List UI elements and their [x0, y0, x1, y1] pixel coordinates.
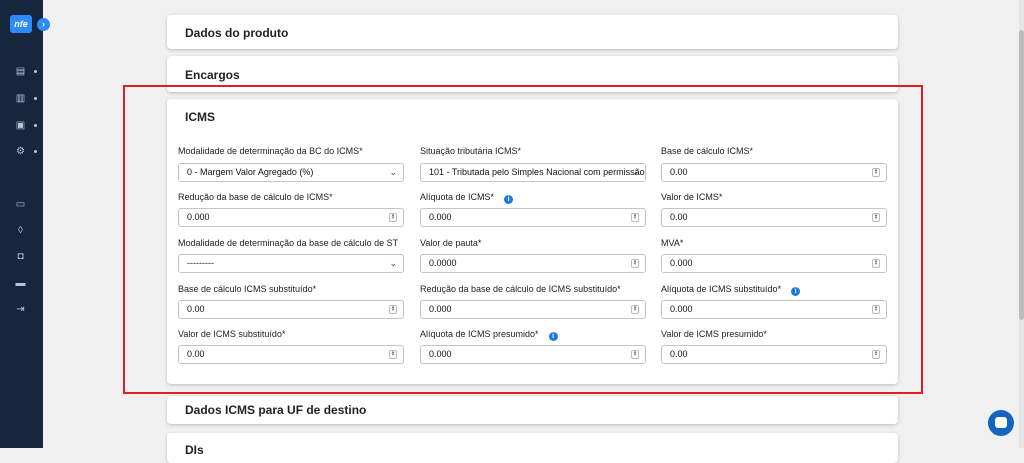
chat-icon: [995, 417, 1007, 428]
scrollbar-thumb[interactable]: [1019, 30, 1024, 320]
section-title: Dados ICMS para UF de destino: [185, 403, 367, 417]
chat-bubble-icon[interactable]: ▭: [15, 199, 26, 210]
chat-support-button[interactable]: [988, 410, 1014, 436]
laptop-icon[interactable]: ▬: [15, 278, 26, 289]
lock-icon[interactable]: ◘: [15, 251, 26, 262]
folder-icon[interactable]: ▣: [15, 120, 26, 131]
bar-chart-icon[interactable]: ▥: [15, 93, 26, 104]
dados-icms-uf-section[interactable]: Dados ICMS para UF de destino: [167, 396, 898, 424]
nav-dot: [34, 124, 37, 127]
gear-icon[interactable]: ⚙: [15, 146, 26, 157]
dados-produto-section[interactable]: Dados do produto: [167, 15, 898, 49]
nav-dot: [34, 150, 37, 153]
dis-section[interactable]: DIs: [167, 433, 898, 463]
sidebar: nfe › ▤ ▥ ▣ ⚙ ▭ ◊ ◘ ▬ ⇥: [0, 0, 50, 448]
highlight-box: [123, 85, 923, 394]
section-title: Dados do produto: [185, 26, 289, 40]
expand-sidebar-icon[interactable]: ›: [37, 18, 50, 31]
nav-dot: [34, 97, 37, 100]
section-title: DIs: [185, 443, 204, 457]
app-logo: nfe: [10, 15, 32, 33]
nav-dot: [34, 70, 37, 73]
logout-icon[interactable]: ⇥: [15, 304, 26, 315]
document-icon[interactable]: ▤: [15, 66, 26, 77]
microphone-icon[interactable]: ◊: [15, 225, 26, 236]
section-title: Encargos: [185, 68, 240, 82]
scrollbar[interactable]: [1019, 0, 1024, 448]
